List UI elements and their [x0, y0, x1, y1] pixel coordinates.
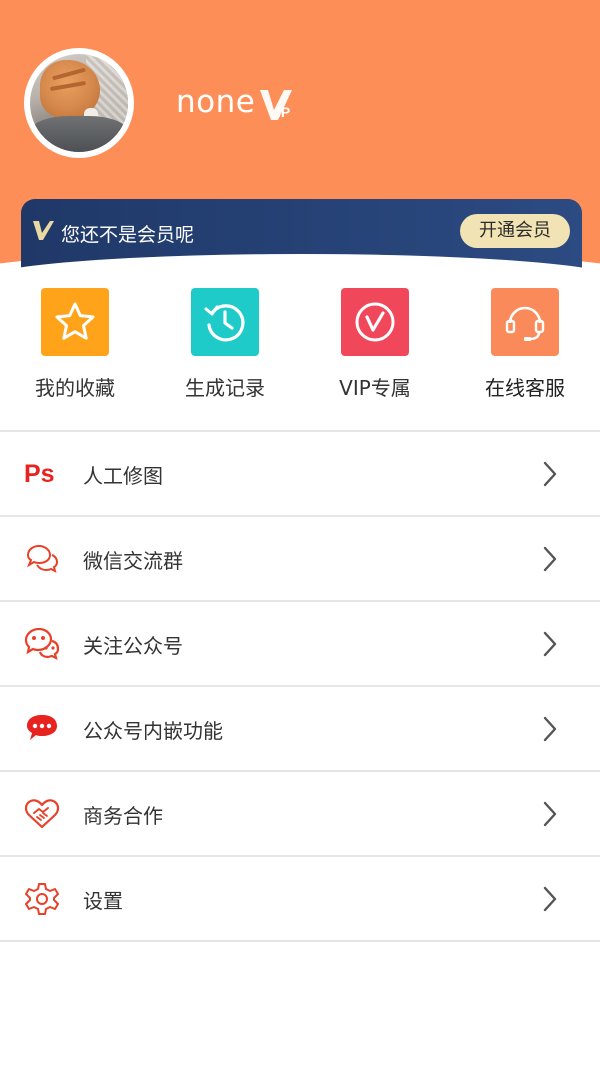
menu-item-business[interactable]: 商务合作: [0, 772, 600, 857]
menu-item-label: 商务合作: [83, 804, 163, 828]
username: none: [176, 84, 256, 120]
gear-icon: [24, 881, 60, 917]
membership-status-text: 您还不是会员呢: [61, 224, 195, 246]
chat-bubbles-icon: [24, 541, 60, 577]
banner-curve: [21, 254, 582, 274]
quick-action-history[interactable]: 生成记录: [150, 286, 300, 401]
headset-icon: [491, 288, 559, 356]
membership-banner[interactable]: 您还不是会员呢 开通会员: [21, 199, 582, 274]
star-icon: [41, 288, 109, 356]
menu-item-retouch[interactable]: Ps 人工修图: [0, 432, 600, 517]
quick-action-label: 在线客服: [485, 376, 565, 400]
open-membership-button[interactable]: 开通会员: [460, 214, 570, 248]
quick-action-label: 生成记录: [185, 376, 265, 400]
quick-action-support[interactable]: 在线客服: [450, 286, 600, 401]
svg-text:Ps: Ps: [24, 460, 55, 488]
chevron-right-icon: [543, 716, 557, 742]
vip-v-icon: [33, 221, 54, 240]
ps-icon: Ps: [24, 456, 60, 492]
avatar-image: [30, 54, 128, 152]
menu-item-follow-account[interactable]: 关注公众号: [0, 602, 600, 687]
message-bubble-icon: [24, 711, 60, 747]
avatar[interactable]: [24, 48, 134, 158]
quick-action-favorites[interactable]: 我的收藏: [0, 286, 150, 401]
menu-item-label: 公众号内嵌功能: [83, 719, 223, 743]
quick-actions: 我的收藏 生成记录 VIP专属 在线客服: [0, 286, 600, 406]
menu-item-settings[interactable]: 设置: [0, 857, 600, 942]
svg-text:IP: IP: [277, 104, 290, 120]
chevron-right-icon: [543, 886, 557, 912]
menu-item-label: 关注公众号: [83, 634, 183, 658]
chevron-right-icon: [543, 631, 557, 657]
menu-item-label: 人工修图: [83, 464, 163, 488]
menu-item-embedded-features[interactable]: 公众号内嵌功能: [0, 687, 600, 772]
handshake-heart-icon: [24, 796, 60, 832]
menu-list: Ps 人工修图 微信交流群 关注公众号 公众号内嵌功能 商务合作 设置: [0, 430, 600, 942]
quick-action-label: VIP专属: [339, 376, 411, 400]
history-clock-icon: [191, 288, 259, 356]
quick-action-vip[interactable]: VIP专属: [300, 286, 450, 401]
wechat-icon: [24, 626, 60, 662]
chevron-right-icon: [543, 546, 557, 572]
vip-badge-icon: IP: [260, 90, 292, 120]
menu-item-label: 微信交流群: [83, 549, 183, 573]
menu-item-wechat-group[interactable]: 微信交流群: [0, 517, 600, 602]
chevron-right-icon: [543, 801, 557, 827]
menu-item-label: 设置: [83, 889, 123, 913]
chevron-right-icon: [543, 461, 557, 487]
quick-action-label: 我的收藏: [35, 376, 115, 400]
vip-play-icon: [341, 288, 409, 356]
